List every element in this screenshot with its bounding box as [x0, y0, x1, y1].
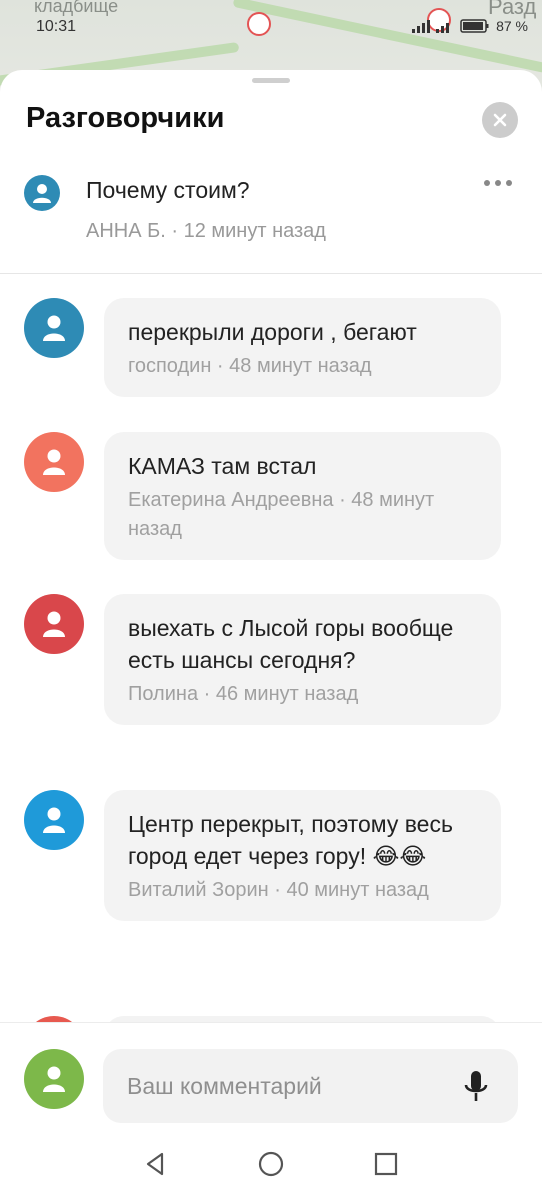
comment-text: КАМАЗ там встал: [128, 453, 317, 479]
comment-meta: Полина · 46 минут назад: [128, 683, 359, 705]
person-icon: [33, 184, 51, 203]
comment-bubble[interactable]: Центр перекрыт, поэтому весь город едет …: [104, 790, 501, 921]
more-dot-icon: [484, 180, 490, 186]
comment-meta: Екатерина Андреевна · 48 минут назад: [128, 489, 435, 540]
comment-bubble[interactable]: КАМАЗ там встал Екатерина Андреевна · 48…: [104, 432, 501, 560]
status-indicators: 87 %: [410, 18, 528, 34]
battery-icon: [460, 19, 489, 33]
comment-meta: Виталий Зорин · 40 минут назад: [128, 879, 429, 901]
topic-meta: АННА Б. · 12 минут назад: [86, 220, 326, 242]
close-icon: [493, 113, 507, 127]
comment-text: перекрыли дороги , бегают: [128, 319, 417, 345]
battery-percent: 87 %: [496, 18, 528, 34]
avatar: [24, 432, 84, 492]
status-time: 10:31: [36, 18, 77, 35]
close-button[interactable]: [482, 102, 518, 138]
sheet-title: Разговорчики: [26, 102, 225, 134]
person-icon: [43, 449, 65, 475]
back-icon[interactable]: [140, 1148, 172, 1180]
topic-title: Почему стоим?: [86, 177, 250, 203]
person-icon: [43, 1066, 65, 1092]
recents-icon[interactable]: [370, 1148, 402, 1180]
comment-bubble[interactable]: выехать с Лысой горы вообще есть шансы с…: [104, 594, 501, 725]
avatar: [24, 298, 84, 358]
comment-meta: господин · 48 минут назад: [128, 355, 372, 377]
avatar: [24, 175, 60, 211]
more-dot-icon: [506, 180, 512, 186]
system-nav-bar: [0, 1132, 542, 1200]
home-icon[interactable]: [255, 1148, 287, 1180]
person-icon: [43, 611, 65, 637]
comment-input[interactable]: [103, 1049, 518, 1123]
status-bar: 10:31 87 %: [0, 16, 542, 44]
person-icon: [43, 315, 65, 341]
topic-header: Почему стоим? АННА Б. · 12 минут назад: [0, 168, 542, 274]
person-icon: [43, 807, 65, 833]
avatar: [24, 594, 84, 654]
comment-text: Центр перекрыт, поэтому весь город едет …: [128, 811, 453, 869]
microphone-icon[interactable]: [462, 1069, 490, 1105]
more-dot-icon: [495, 180, 501, 186]
comment-composer: [0, 1022, 542, 1130]
more-options-button[interactable]: [484, 180, 512, 186]
avatar: [24, 790, 84, 850]
comment-text: выехать с Лысой горы вообще есть шансы с…: [128, 615, 454, 673]
comments-sheet: Разговорчики Почему стоим? АННА Б. · 12 …: [0, 70, 542, 1200]
avatar: [24, 1049, 84, 1109]
drag-handle[interactable]: [252, 78, 290, 83]
map-label: кладбище: [34, 0, 119, 16]
signal-icon: [412, 20, 450, 33]
comment-bubble[interactable]: перекрыли дороги , бегают господин · 48 …: [104, 298, 501, 397]
